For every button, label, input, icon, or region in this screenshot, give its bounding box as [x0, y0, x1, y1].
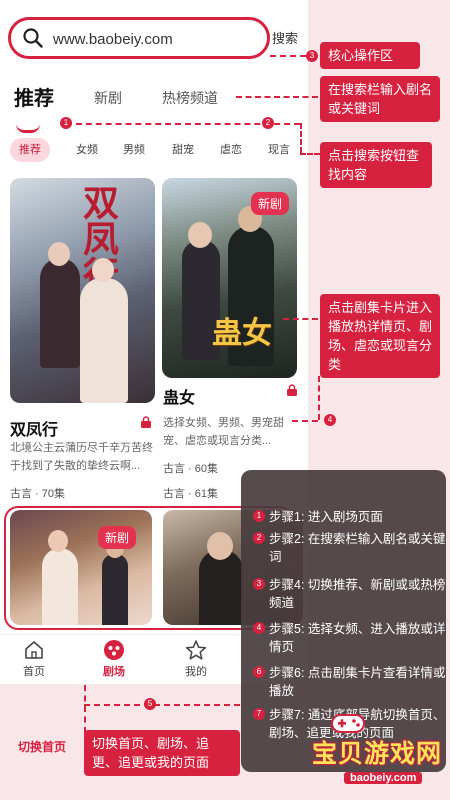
- step-item: 1 步骤1: 进入剧场页面: [253, 508, 450, 526]
- card-meta: 古言 · 61集: [163, 488, 219, 500]
- search-input[interactable]: [51, 26, 255, 52]
- step-item: 2 步骤2: 在搜索栏输入剧名或关键词: [253, 530, 450, 566]
- lock-icon: [287, 384, 297, 396]
- star-icon: [185, 640, 207, 660]
- watermark-url: baobeiy.com: [344, 772, 423, 784]
- theater-icon: [104, 640, 124, 660]
- card-meta: 古言 · 70集: [10, 488, 66, 500]
- marker-1: 1: [60, 117, 72, 129]
- drama-card-poster[interactable]: 双凤行: [10, 178, 155, 403]
- search-icon: [23, 28, 43, 48]
- gamepad-icon: [331, 714, 365, 733]
- drama-card-poster[interactable]: 蛊女 新剧: [162, 178, 297, 378]
- nav-label: 剧场: [103, 666, 125, 678]
- chip-modern[interactable]: 现言: [268, 138, 290, 162]
- watermark: 宝贝游戏网 baobeiy.com: [286, 710, 446, 794]
- connector-line: [270, 55, 306, 57]
- tab-hot[interactable]: 热榜频道: [162, 88, 218, 108]
- callout-click-search: 点击搜索按钮查找内容: [320, 142, 432, 188]
- active-tab-indicator: [16, 124, 40, 133]
- nav-home[interactable]: 首页: [4, 639, 64, 679]
- tab-new[interactable]: 新剧: [94, 88, 122, 108]
- marker-2: 2: [262, 117, 274, 129]
- callout-search-input: 在搜索栏输入剧名或关键词: [320, 76, 440, 122]
- search-bar[interactable]: [8, 17, 270, 59]
- new-badge: 新剧: [250, 192, 289, 215]
- nav-mine[interactable]: 我的: [166, 639, 226, 679]
- poster-title: 蛊女: [212, 316, 272, 351]
- connector-line: [236, 96, 318, 98]
- step-item: 3 步骤4: 切换推荐、新剧或或热榜频道: [253, 576, 450, 612]
- marker-3: 3: [306, 50, 318, 62]
- card-description: 选择女频、男频、男宠甜宠、虐恋或现言分类...: [163, 417, 284, 447]
- watermark-title: 宝贝游戏网: [312, 739, 443, 768]
- nav-label: 我的: [185, 666, 207, 678]
- connector-line: [292, 420, 318, 422]
- chip-sweet[interactable]: 甜宠: [172, 138, 194, 162]
- step-item: 6 步骤6: 点击剧集卡片查看详情或播放: [253, 664, 450, 700]
- home-icon: [25, 641, 43, 659]
- card-title[interactable]: 双凤行: [10, 416, 58, 440]
- connector-line: [283, 318, 318, 320]
- connector-line: [84, 704, 240, 706]
- nav-theater[interactable]: 剧场: [84, 639, 144, 679]
- callout-core-area: 核心操作区: [320, 42, 420, 69]
- chip-recommend[interactable]: 推荐: [10, 138, 50, 162]
- callout-bottom-nav: 切换首页、剧场、追更、追更或我的页面: [84, 730, 240, 776]
- connector-line: [84, 685, 86, 733]
- marker-4: 4: [324, 414, 336, 426]
- tab-recommend[interactable]: 推荐: [14, 82, 54, 111]
- step-item: 4 步骤5: 选择女频、进入播放或详情页: [253, 620, 450, 656]
- callout-click-card: 点击剧集卡片进入播放热详情页、剧场、虐恋或现言分类: [320, 294, 440, 378]
- nav-label: 首页: [23, 666, 45, 678]
- marker-5: 5: [144, 698, 156, 710]
- card-description: 北境公主云蒲历尽千辛万苦终于找到了失散的挚终云啊...: [10, 442, 153, 472]
- search-button[interactable]: 搜索: [272, 28, 298, 47]
- chip-female[interactable]: 女频: [76, 138, 98, 162]
- card-meta: 古言 · 60集: [163, 463, 219, 475]
- lock-icon: [141, 416, 151, 428]
- chip-male[interactable]: 男频: [123, 138, 145, 162]
- connector-line: [318, 376, 320, 420]
- card-title[interactable]: 蛊女: [163, 384, 195, 408]
- connector-line: [300, 153, 320, 155]
- chip-angst[interactable]: 虐恋: [220, 138, 242, 162]
- connector-line: [300, 123, 302, 153]
- home-callout-label: 切换首页: [18, 740, 67, 754]
